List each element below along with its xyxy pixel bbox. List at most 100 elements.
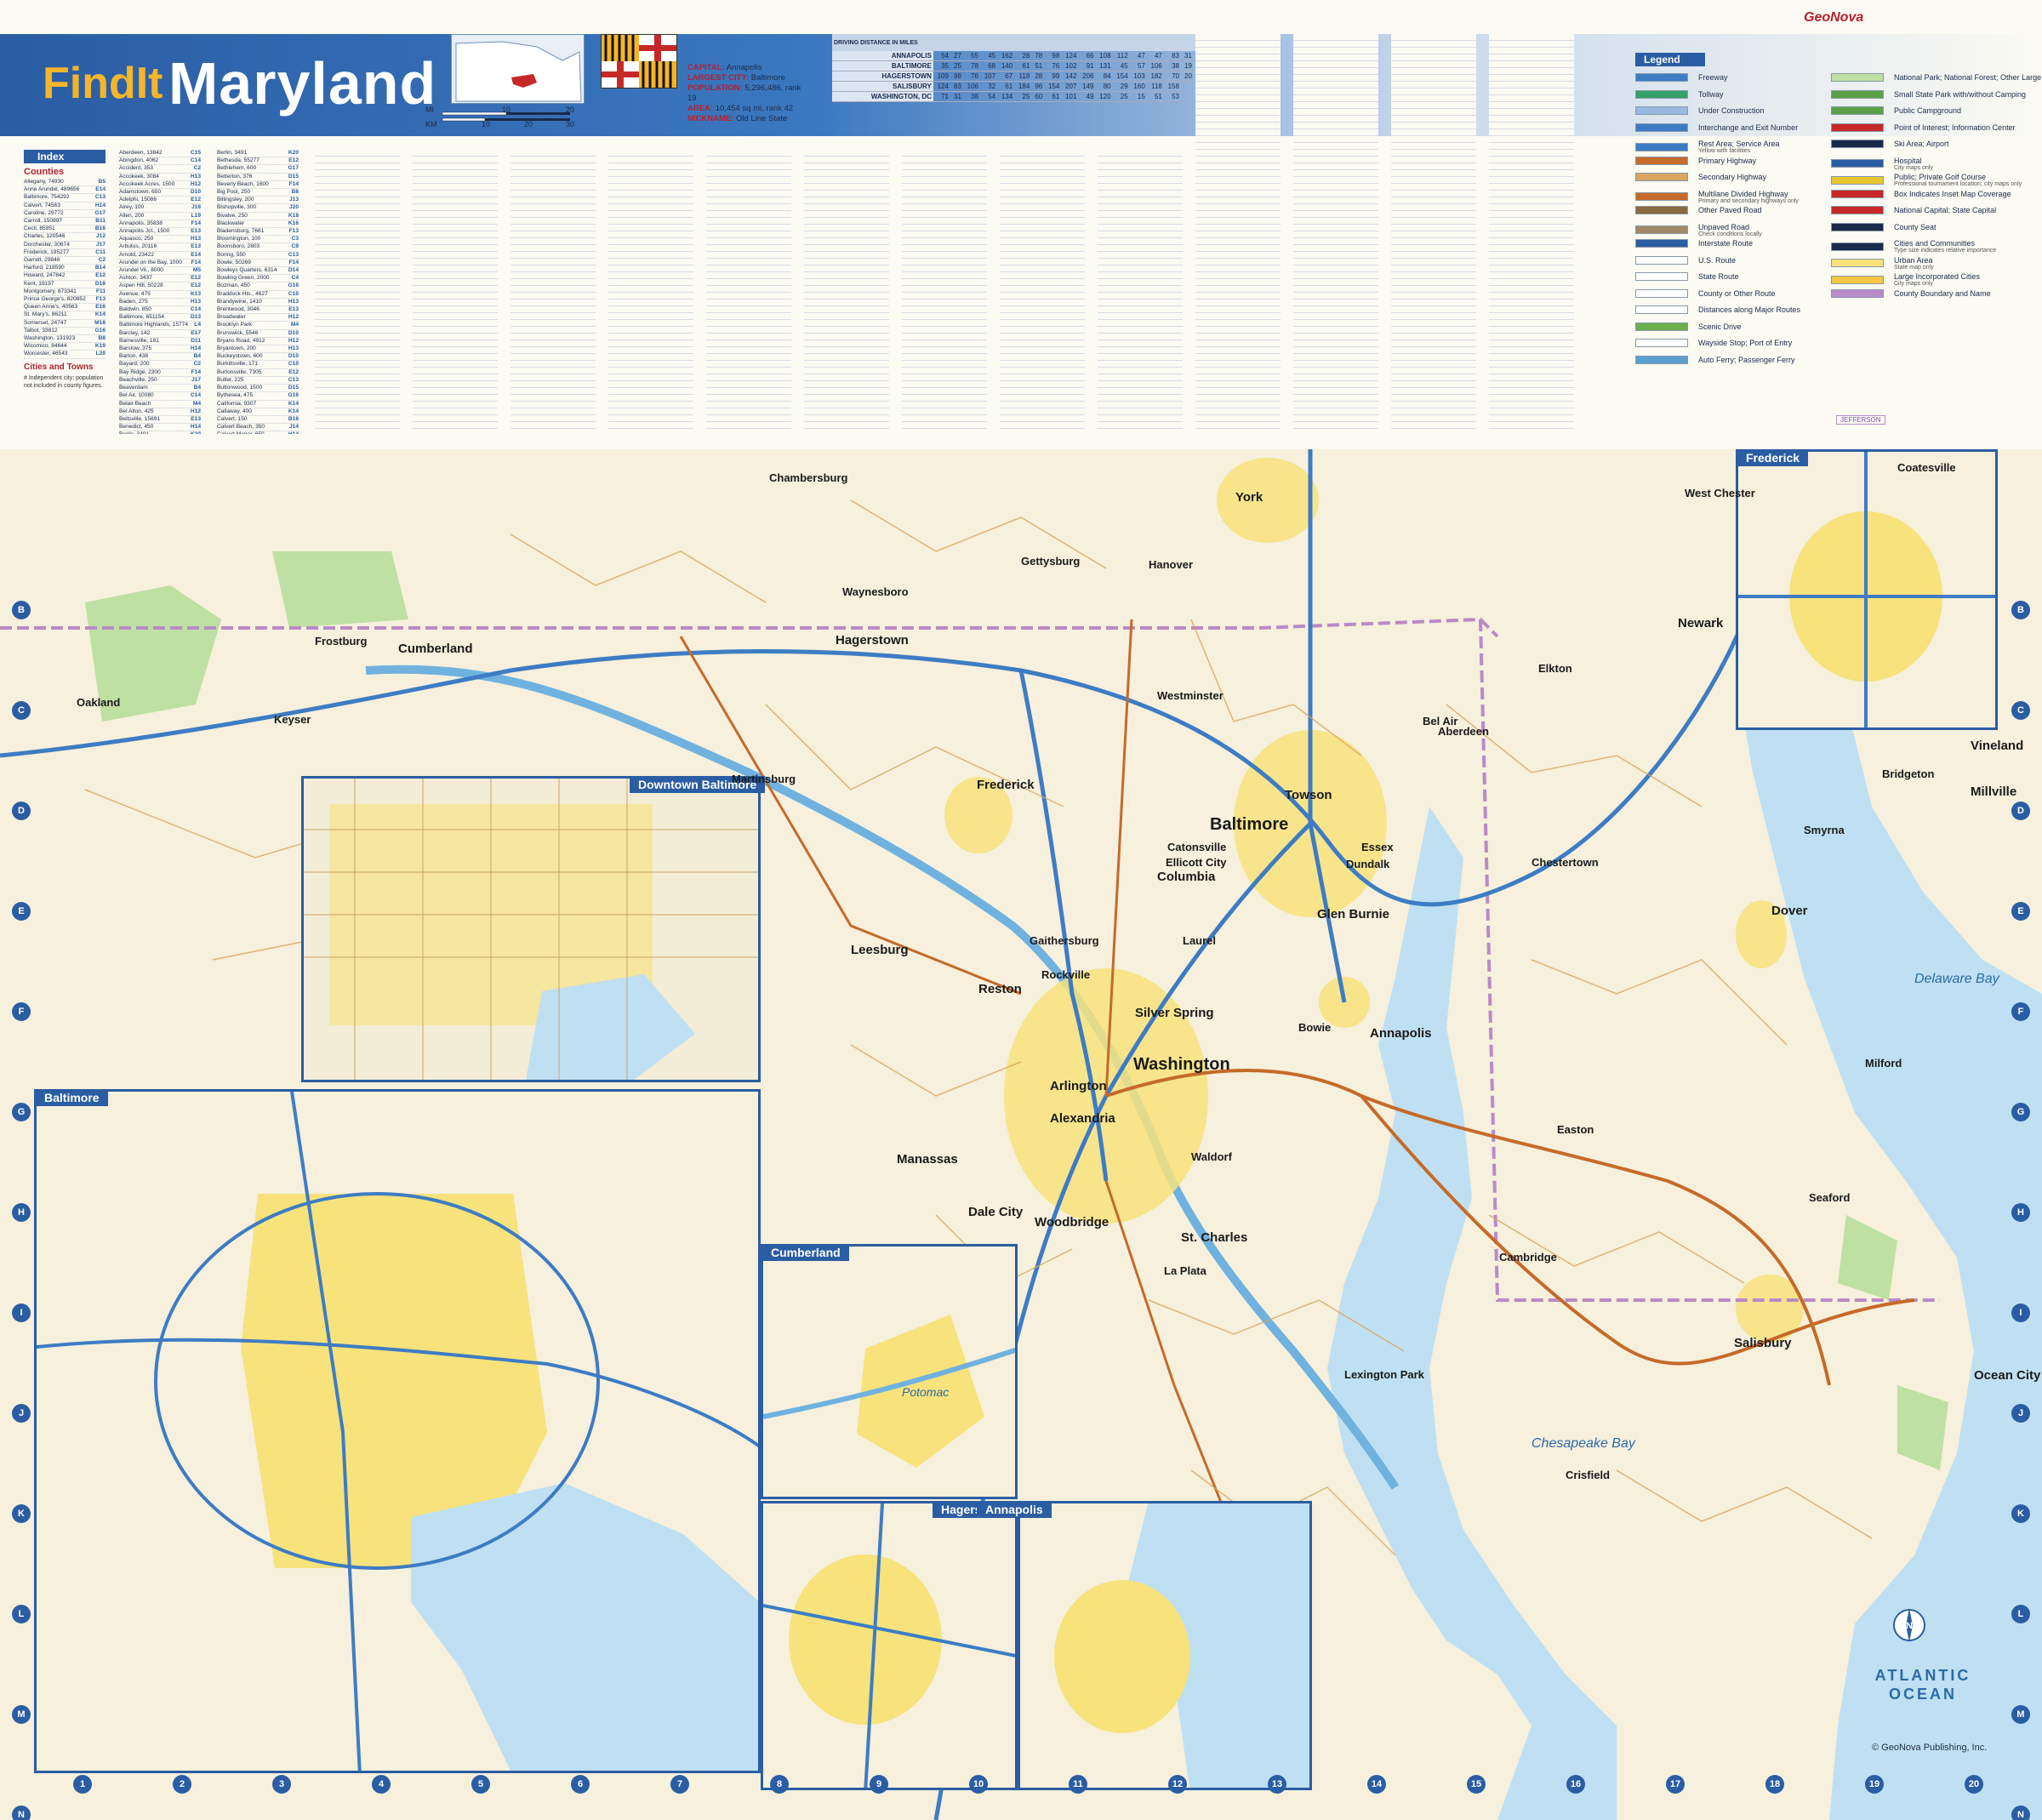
city-millville[interactable]: Millville bbox=[1971, 784, 2016, 799]
index-entry[interactable]: Calvert, 74563 H14 bbox=[24, 203, 106, 210]
index-entry[interactable]: Berlin, 3491 K20 bbox=[119, 431, 201, 434]
city-leesburg[interactable]: Leesburg bbox=[851, 943, 909, 957]
city-laurel[interactable]: Laurel bbox=[1183, 934, 1216, 947]
index-entry[interactable]: Brentwood, 3046 E13 bbox=[217, 306, 299, 315]
index-entry[interactable]: Betterton, 376 D15 bbox=[217, 174, 299, 181]
index-entry[interactable]: Caroline, 29772 G17 bbox=[24, 210, 106, 219]
index-entry[interactable]: Adelphi, 15086 E12 bbox=[119, 197, 201, 205]
index-entry[interactable]: Big Pool, 250 B8 bbox=[217, 189, 299, 197]
index-entry[interactable]: Accident, 353 C2 bbox=[119, 165, 201, 174]
inset-frederick[interactable] bbox=[1736, 449, 1998, 730]
index-entry[interactable]: Barton, 438 B4 bbox=[119, 353, 201, 362]
city-alexandria[interactable]: Alexandria bbox=[1050, 1111, 1115, 1126]
index-entry[interactable]: Cecil, 85951 B16 bbox=[24, 225, 106, 234]
index-entry[interactable]: Dorchester, 30674 J17 bbox=[24, 242, 106, 249]
index-entry[interactable]: Anne Arundel, 489656 E14 bbox=[24, 186, 106, 195]
index-entry[interactable]: Beltsville, 15691 E13 bbox=[119, 416, 201, 425]
index-entry[interactable]: Howard, 247842 E12 bbox=[24, 272, 106, 281]
index-entry[interactable]: Beverly Beach, 1600 F14 bbox=[217, 181, 299, 190]
index-entry[interactable]: Boonsboro, 2803 C9 bbox=[217, 243, 299, 252]
index-entry[interactable]: Queen Anne's, 40563 E16 bbox=[24, 304, 106, 312]
city-martinsburg[interactable]: Martinsburg bbox=[732, 773, 796, 785]
city-woodbridge[interactable]: Woodbridge bbox=[1035, 1215, 1109, 1229]
index-entry[interactable]: Baltimore, 651154 D13 bbox=[119, 314, 201, 322]
city-ellicott-city[interactable]: Ellicott City bbox=[1166, 856, 1227, 869]
city-seaford[interactable]: Seaford bbox=[1809, 1191, 1850, 1204]
index-entry[interactable]: Bay Ridge, 2300 F14 bbox=[119, 369, 201, 377]
index-entry[interactable]: Baltimore Highlands, 15774 L4 bbox=[119, 322, 201, 330]
index-entry[interactable]: Bivalve, 250 K18 bbox=[217, 213, 299, 220]
index-entry[interactable]: Bloomington, 100 C3 bbox=[217, 236, 299, 244]
index-entry[interactable]: Buttonwood, 1500 D15 bbox=[217, 385, 299, 393]
index-entry[interactable]: Bowleys Quarters, 6314 D14 bbox=[217, 267, 299, 276]
city-manassas[interactable]: Manassas bbox=[897, 1152, 958, 1167]
index-entry[interactable]: Bethlehem, 600 G17 bbox=[217, 165, 299, 174]
index-entry[interactable]: Calvert Beach, 350 J14 bbox=[217, 424, 299, 432]
index-entry[interactable]: Beaverdam B4 bbox=[119, 385, 201, 393]
city-dover[interactable]: Dover bbox=[1771, 904, 1808, 918]
index-entry[interactable]: Aspen Hill, 50228 E12 bbox=[119, 282, 201, 291]
city-arlington[interactable]: Arlington bbox=[1050, 1079, 1107, 1093]
index-entry[interactable]: Boring, 550 C13 bbox=[217, 252, 299, 260]
index-entry[interactable]: Braddock Hts., 4627 C10 bbox=[217, 291, 299, 299]
index-entry[interactable]: Baden, 275 H13 bbox=[119, 299, 201, 307]
index-entry[interactable]: Buckeystown, 600 D10 bbox=[217, 353, 299, 362]
index-entry[interactable]: Berlin, 3491 K20 bbox=[217, 150, 299, 158]
index-entry[interactable]: Brunswick, 5546 D10 bbox=[217, 330, 299, 338]
city-waynesboro[interactable]: Waynesboro bbox=[842, 585, 909, 598]
index-entry[interactable]: Bethesda, 55277 E12 bbox=[217, 157, 299, 166]
index-entry[interactable]: Charles, 120546 J12 bbox=[24, 233, 106, 242]
index-entry[interactable]: Prince George's, 820852 F13 bbox=[24, 296, 106, 305]
index-entry[interactable]: Wicomico, 84644 K19 bbox=[24, 343, 106, 351]
index-entry[interactable]: Burtonsville, 7305 E12 bbox=[217, 369, 299, 377]
city-reston[interactable]: Reston bbox=[978, 982, 1022, 996]
index-entry[interactable]: Worcester, 46543 L20 bbox=[24, 351, 106, 359]
inset-baltimore[interactable] bbox=[34, 1089, 761, 1773]
city-frostburg[interactable]: Frostburg bbox=[315, 635, 367, 648]
inset-hagerstown[interactable] bbox=[761, 1501, 1018, 1790]
city-crisfield[interactable]: Crisfield bbox=[1566, 1469, 1610, 1481]
index-entry[interactable]: Beachville, 250 J17 bbox=[119, 377, 201, 385]
city-hanover[interactable]: Hanover bbox=[1149, 558, 1193, 571]
main-map[interactable]: Downtown Baltimore Baltimore Cumberland bbox=[0, 449, 2042, 1820]
city-baltimore[interactable]: Baltimore bbox=[1210, 815, 1288, 835]
city-washington[interactable]: Washington bbox=[1133, 1055, 1230, 1075]
inset-cumberland[interactable] bbox=[761, 1244, 1018, 1499]
index-entry[interactable]: Barclay, 142 E17 bbox=[119, 330, 201, 338]
index-entry[interactable]: Allen, 200 L19 bbox=[119, 213, 201, 220]
index-entry[interactable]: Carroll, 150897 B11 bbox=[24, 218, 106, 226]
city-york[interactable]: York bbox=[1235, 490, 1263, 505]
city-newark[interactable]: Newark bbox=[1678, 616, 1723, 630]
city-cambridge[interactable]: Cambridge bbox=[1499, 1251, 1557, 1264]
city-la-plata[interactable]: La Plata bbox=[1164, 1264, 1206, 1277]
index-entry[interactable]: Brooklyn Park M4 bbox=[217, 322, 299, 330]
city-keyser[interactable]: Keyser bbox=[274, 713, 311, 726]
index-entry[interactable]: Belair Beach M4 bbox=[119, 401, 201, 408]
city-rockville[interactable]: Rockville bbox=[1041, 968, 1090, 981]
city-gaithersburg[interactable]: Gaithersburg bbox=[1030, 934, 1099, 947]
index-entry[interactable]: Aberdeen, 13842 C15 bbox=[119, 150, 201, 158]
index-entry[interactable]: Bishopville, 300 J20 bbox=[217, 204, 299, 213]
index-entry[interactable]: Airey, 100 J18 bbox=[119, 204, 201, 213]
index-entry[interactable]: St. Mary's, 86211 K14 bbox=[24, 311, 106, 320]
index-entry[interactable]: Bladensburg, 7661 F13 bbox=[217, 228, 299, 237]
index-entry[interactable]: Avenue, 475 K13 bbox=[119, 291, 201, 299]
index-entry[interactable]: Abingdon, 4062 C14 bbox=[119, 157, 201, 166]
index-entry[interactable]: Blackwater K16 bbox=[217, 220, 299, 229]
index-entry[interactable]: Talbot, 33812 G16 bbox=[24, 328, 106, 336]
index-entry[interactable]: Garrett, 29846 C2 bbox=[24, 257, 106, 265]
city-lexington-park[interactable]: Lexington Park bbox=[1344, 1368, 1424, 1381]
index-entry[interactable]: Allegany, 74930 B5 bbox=[24, 179, 106, 187]
index-entry[interactable]: Benedict, 450 H14 bbox=[119, 424, 201, 432]
index-entry[interactable]: Bythesea, 475 G16 bbox=[217, 392, 299, 401]
city-dale-city[interactable]: Dale City bbox=[968, 1205, 1023, 1219]
city-annapolis[interactable]: Annapolis bbox=[1370, 1026, 1432, 1041]
city-catonsville[interactable]: Catonsville bbox=[1167, 841, 1226, 853]
city-westminster[interactable]: Westminster bbox=[1157, 689, 1223, 702]
city-coatesville[interactable]: Coatesville bbox=[1897, 461, 1956, 474]
index-entry[interactable]: Arundel on the Bay, 1000 F14 bbox=[119, 260, 201, 268]
city-salisbury[interactable]: Salisbury bbox=[1734, 1336, 1792, 1350]
city-oakland[interactable]: Oakland bbox=[77, 696, 120, 709]
city-hagerstown[interactable]: Hagerstown bbox=[836, 633, 909, 648]
city-vineland[interactable]: Vineland bbox=[1971, 739, 2023, 753]
